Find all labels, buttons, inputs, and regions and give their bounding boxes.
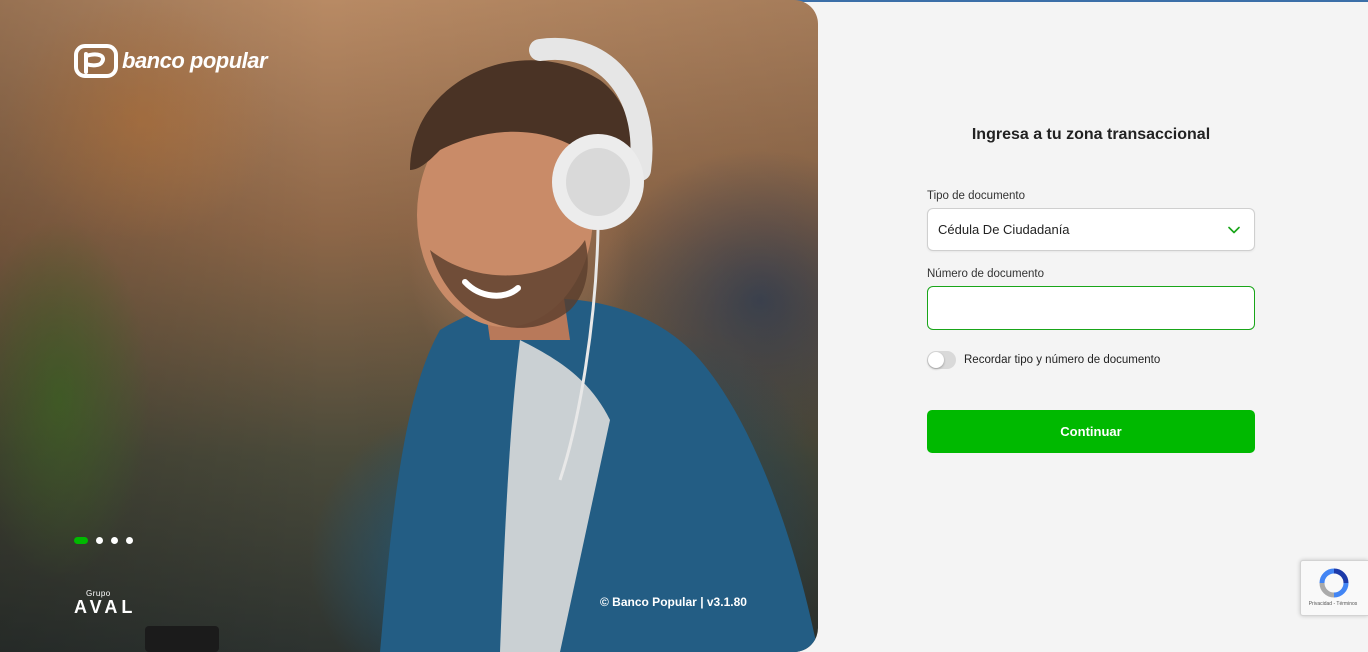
remember-toggle[interactable]: [927, 351, 956, 369]
continue-button[interactable]: Continuar: [927, 410, 1255, 453]
copyright-version: © Banco Popular | v3.1.80: [600, 595, 747, 609]
chevron-down-icon: [1228, 226, 1240, 233]
aval-name: AVAL: [74, 597, 137, 617]
doc-type-select[interactable]: Cédula De Ciudadanía: [927, 208, 1255, 251]
brand-name: banco popular: [122, 48, 268, 73]
form-title: Ingresa a tu zona transaccional: [971, 126, 1211, 143]
brand-logo[interactable]: banco popular: [74, 44, 268, 78]
carousel-dot[interactable]: [111, 537, 118, 544]
doc-type-value: Cédula De Ciudadanía: [938, 222, 1070, 237]
doc-number-input[interactable]: [927, 286, 1255, 330]
banco-popular-logo-icon: [74, 44, 118, 78]
hero-panel: banco popular Grupo AVAL © Banco Popular…: [0, 0, 818, 652]
recaptcha-icon: [1319, 568, 1349, 598]
recaptcha-badge[interactable]: Privacidad - Términos: [1300, 560, 1368, 616]
toggle-knob: [928, 352, 944, 368]
doc-number-label: Número de documento: [927, 268, 1044, 280]
recaptcha-links[interactable]: Privacidad - Términos: [1301, 601, 1365, 607]
hero-photo: [145, 37, 818, 652]
grupo-aval-logo: Grupo AVAL: [74, 589, 136, 616]
carousel-indicators: [74, 537, 133, 544]
carousel-dot-active[interactable]: [74, 537, 88, 544]
carousel-dot[interactable]: [126, 537, 133, 544]
doc-type-label: Tipo de documento: [927, 190, 1026, 202]
login-form: Ingresa a tu zona transaccional Tipo de …: [927, 126, 1255, 453]
remember-toggle-row: Recordar tipo y número de documento: [927, 351, 1255, 369]
carousel-dot[interactable]: [96, 537, 103, 544]
remember-label: Recordar tipo y número de documento: [964, 354, 1161, 366]
